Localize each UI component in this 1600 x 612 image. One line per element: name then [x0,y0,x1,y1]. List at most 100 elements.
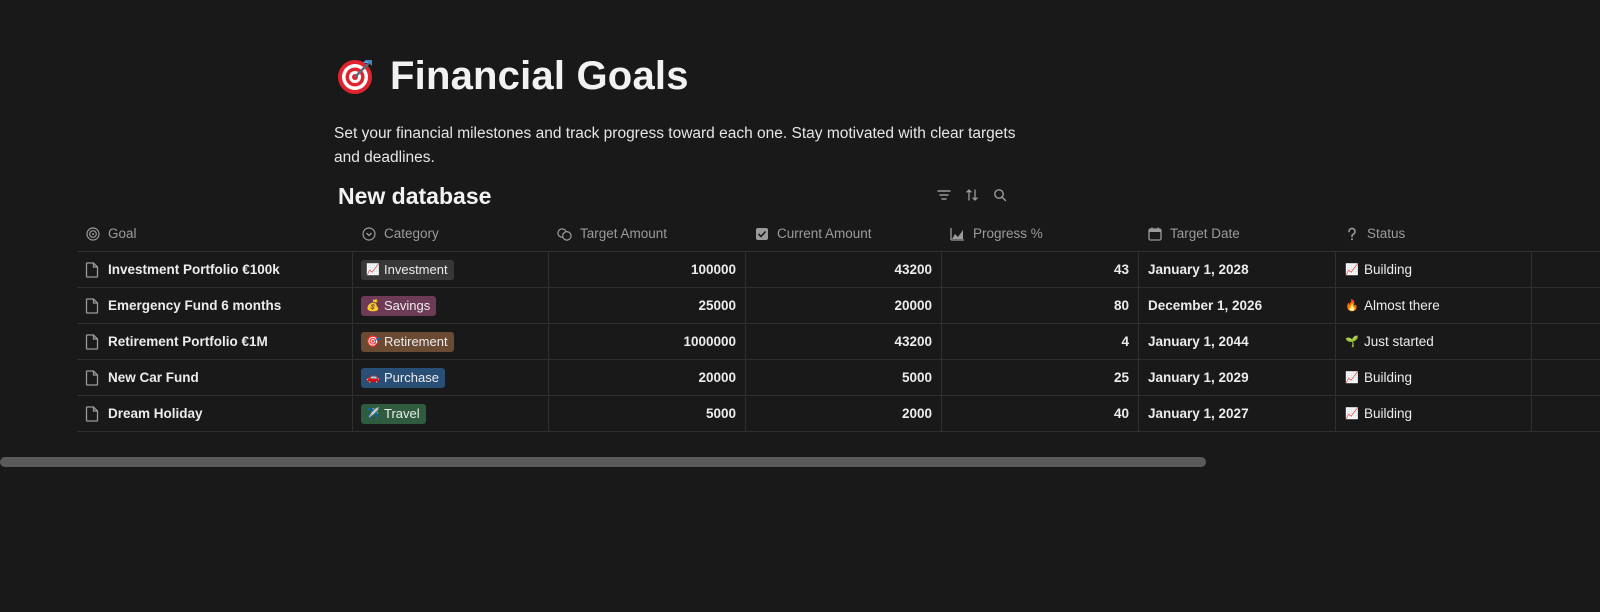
target-amount-value: 1000000 [683,334,736,349]
target-date-cell[interactable]: January 1, 2029 [1139,360,1336,395]
database-toolbar [936,187,1008,203]
current-amount-value: 43200 [894,262,932,277]
current-amount-cell[interactable]: 5000 [746,360,942,395]
category-tag[interactable]: 💰 Savings [361,295,437,316]
target-date-value: January 1, 2028 [1148,262,1249,277]
progress-value: 80 [1113,298,1129,313]
status-emoji-icon: 🔥 [1345,300,1359,312]
page-icon [85,333,99,350]
column-header-goal[interactable]: Goal [77,216,353,251]
target-amount-value: 100000 [690,262,736,277]
status-cell[interactable]: 🌱 Just started [1336,324,1532,359]
column-label: Goal [108,226,137,241]
question-icon [1344,226,1359,241]
status-cell[interactable]: 🔥 Almost there [1336,288,1532,323]
row-spacer [1532,360,1600,395]
current-amount-cell[interactable]: 2000 [746,396,942,431]
status-emoji-icon: 📈 [1345,408,1359,420]
page-icon [85,261,99,278]
category-cell[interactable]: 🎯 Retirement [353,324,549,359]
target-amount-cell[interactable]: 20000 [549,360,746,395]
search-icon[interactable] [992,187,1008,203]
page-icon [85,369,99,386]
progress-cell[interactable]: 4 [942,324,1139,359]
target-amount-cell[interactable]: 1000000 [549,324,746,359]
column-header-current-amount[interactable]: Current Amount [746,216,942,251]
progress-cell[interactable]: 80 [942,288,1139,323]
goal-name[interactable]: New Car Fund [108,370,199,385]
goal-cell[interactable]: Dream Holiday [77,396,353,431]
goal-cell[interactable]: Emergency Fund 6 months [77,288,353,323]
category-tag[interactable]: 📈 Investment [361,259,454,280]
column-header-target-amount[interactable]: Target Amount [549,216,746,251]
target-date-value: January 1, 2029 [1148,370,1249,385]
current-amount-cell[interactable]: 43200 [746,324,942,359]
status-cell[interactable]: 📈 Building [1336,396,1532,431]
progress-cell[interactable]: 43 [942,252,1139,287]
goal-name[interactable]: Dream Holiday [108,406,203,421]
progress-value: 4 [1121,334,1129,349]
category-emoji-icon: 🚗 [366,372,380,384]
progress-value: 43 [1113,262,1129,277]
progress-cell[interactable]: 40 [942,396,1139,431]
table-body: Investment Portfolio €100k 📈 Investment 100… [77,252,1600,432]
sort-icon[interactable] [964,187,980,203]
filter-icon[interactable] [936,187,952,203]
current-amount-cell[interactable]: 43200 [746,252,942,287]
table-row[interactable]: New Car Fund 🚗 Purchase 20000 5000 25 January … [77,360,1600,396]
row-spacer [1532,396,1600,431]
category-tag[interactable]: 🚗 Purchase [361,367,445,388]
target-date-cell[interactable]: January 1, 2028 [1139,252,1336,287]
target-date-cell[interactable]: January 1, 2044 [1139,324,1336,359]
goal-name[interactable]: Retirement Portfolio €1M [108,334,268,349]
database-title[interactable]: New database [338,183,491,210]
column-label: Status [1367,226,1406,241]
page-title[interactable]: Financial Goals [390,54,689,99]
column-header-spacer [1532,216,1600,251]
target-amount-cell[interactable]: 25000 [549,288,746,323]
checkbox-icon [754,226,769,241]
goal-name[interactable]: Investment Portfolio €100k [108,262,280,277]
row-spacer [1532,324,1600,359]
category-cell[interactable]: 📈 Investment [353,252,549,287]
status-cell[interactable]: 📈 Building [1336,360,1532,395]
progress-cell[interactable]: 25 [942,360,1139,395]
goal-name[interactable]: Emergency Fund 6 months [108,298,281,313]
table-row[interactable]: Investment Portfolio €100k 📈 Investment 100… [77,252,1600,288]
category-tag[interactable]: ✈️ Travel [361,403,426,424]
page: Financial Goals Set your financial miles… [0,0,1600,612]
column-header-status[interactable]: Status [1336,216,1532,251]
current-amount-cell[interactable]: 20000 [746,288,942,323]
goal-cell[interactable]: Investment Portfolio €100k [77,252,353,287]
target-icon [85,226,100,241]
table-row[interactable]: Dream Holiday ✈️ Travel 5000 2000 40 January 1… [77,396,1600,432]
category-cell[interactable]: 🚗 Purchase [353,360,549,395]
target-date-cell[interactable]: December 1, 2026 [1139,288,1336,323]
target-date-cell[interactable]: January 1, 2027 [1139,396,1336,431]
category-emoji-icon: 💰 [366,300,380,312]
status-label: Building [1364,370,1413,385]
target-amount-value: 5000 [705,406,736,421]
target-amount-cell[interactable]: 100000 [549,252,746,287]
page-description[interactable]: Set your financial milestones and track … [334,122,1034,170]
status-emoji-icon: 📈 [1345,264,1359,276]
category-label: Investment [384,262,448,277]
status-cell[interactable]: 📈 Building [1336,252,1532,287]
category-tag[interactable]: 🎯 Retirement [361,331,454,352]
goal-cell[interactable]: New Car Fund [77,360,353,395]
status-label: Just started [1364,334,1434,349]
column-header-category[interactable]: Category [353,216,549,251]
column-header-target-date[interactable]: Target Date [1139,216,1336,251]
horizontal-scrollbar[interactable] [0,457,1206,467]
category-cell[interactable]: ✈️ Travel [353,396,549,431]
target-date-value: January 1, 2044 [1148,334,1249,349]
table-row[interactable]: Retirement Portfolio €1M 🎯 Retirement 10000… [77,324,1600,360]
target-amount-cell[interactable]: 5000 [549,396,746,431]
column-label: Target Amount [580,226,668,241]
direct-hit-icon[interactable] [336,56,376,96]
category-cell[interactable]: 💰 Savings [353,288,549,323]
status-emoji-icon: 📈 [1345,372,1359,384]
column-header-progress[interactable]: Progress % [942,216,1139,251]
table-row[interactable]: Emergency Fund 6 months 💰 Savings 25000 2000… [77,288,1600,324]
goal-cell[interactable]: Retirement Portfolio €1M [77,324,353,359]
